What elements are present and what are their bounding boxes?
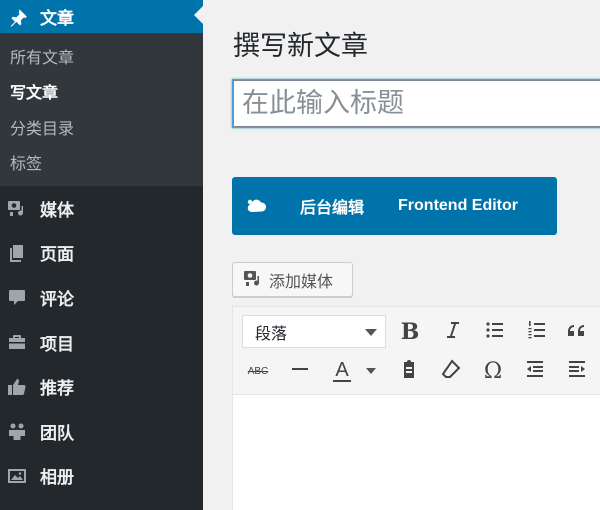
backend-editor-button[interactable]: 后台编辑 — [300, 194, 364, 218]
sidebar-item-team[interactable]: 团队 — [0, 409, 203, 454]
groups-icon — [6, 420, 28, 442]
submenu-add-new[interactable]: 写文章 — [0, 74, 203, 110]
chevron-down-icon[interactable] — [366, 368, 376, 374]
comments-icon — [6, 286, 28, 308]
editor-toolbar: 段落 B ABC A Ω — [233, 307, 600, 395]
sidebar-item-label: 团队 — [40, 423, 74, 444]
portfolio-icon — [6, 331, 28, 353]
add-media-label: 添加媒体 — [269, 271, 334, 291]
media-icon — [6, 197, 28, 219]
italic-button[interactable] — [437, 316, 469, 348]
horizontal-line-button[interactable] — [284, 355, 316, 387]
clipboard-icon — [398, 358, 420, 384]
submenu-all-posts[interactable]: 所有文章 — [0, 38, 203, 74]
sidebar-item-gallery[interactable]: 相册 — [0, 454, 203, 499]
italic-icon — [442, 319, 464, 345]
sidebar-item-pages[interactable]: 页面 — [0, 231, 203, 276]
admin-sidebar: 文章 所有文章 写文章 分类目录 标签 媒体 页面 评论 项目 推荐 团队 相册 — [0, 0, 203, 510]
submenu-tags[interactable]: 标签 — [0, 145, 203, 181]
page-title: 撰写新文章 — [233, 31, 368, 62]
sidebar-item-label: 评论 — [40, 289, 74, 310]
sidebar-item-media[interactable]: 媒体 — [0, 186, 203, 231]
cloud-icon — [246, 195, 268, 217]
numbered-list-icon — [526, 319, 548, 345]
sidebar-item-label: 项目 — [40, 334, 74, 355]
frontend-editor-button[interactable]: Frontend Editor — [398, 197, 518, 215]
text-color-button[interactable]: A — [326, 355, 358, 387]
clear-formatting-button[interactable] — [435, 355, 467, 387]
editor-content-area[interactable] — [233, 395, 600, 510]
bold-button[interactable]: B — [394, 316, 426, 348]
gallery-icon — [6, 465, 28, 487]
posts-submenu: 所有文章 写文章 分类目录 标签 — [0, 33, 203, 186]
post-title-input[interactable] — [233, 80, 600, 127]
bold-icon: B — [400, 319, 420, 345]
indent-button[interactable] — [561, 355, 593, 387]
sidebar-item-label: 页面 — [40, 245, 74, 266]
bullet-list-icon — [484, 319, 506, 345]
indent-icon — [566, 358, 588, 384]
strikethrough-button[interactable]: ABC — [242, 355, 274, 387]
sidebar-item-label: 相册 — [40, 468, 74, 489]
pin-icon — [8, 6, 30, 28]
sidebar-item-label: 推荐 — [40, 379, 74, 400]
eraser-icon — [440, 358, 462, 384]
submenu-categories[interactable]: 分类目录 — [0, 109, 203, 145]
sidebar-item-portfolio[interactable]: 项目 — [0, 320, 203, 365]
page-builder-toggle[interactable]: 后台编辑 Frontend Editor — [232, 177, 557, 235]
sidebar-item-posts[interactable]: 文章 — [0, 0, 203, 33]
omega-icon: Ω — [483, 358, 503, 384]
pages-icon — [6, 242, 28, 264]
quote-icon — [568, 319, 590, 345]
format-select[interactable]: 段落 — [242, 315, 386, 348]
post-editor: 段落 B ABC A Ω — [232, 306, 600, 510]
format-select-value: 段落 — [255, 323, 288, 343]
blockquote-button[interactable] — [563, 316, 595, 348]
sidebar-item-recommend[interactable]: 推荐 — [0, 364, 203, 409]
horizontal-line-icon — [289, 358, 311, 384]
main-content: 撰写新文章 后台编辑 Frontend Editor 添加媒体 段落 B — [203, 0, 600, 510]
outdent-button[interactable] — [519, 355, 551, 387]
thumbs-up-icon — [6, 376, 28, 398]
sidebar-item-label: 文章 — [40, 9, 74, 29]
add-media-button[interactable]: 添加媒体 — [232, 262, 353, 297]
outdent-icon — [524, 358, 546, 384]
text-color-icon: A — [333, 359, 351, 382]
strikethrough-icon: ABC — [247, 365, 269, 377]
special-character-button[interactable]: Ω — [477, 355, 509, 387]
bullet-list-button[interactable] — [479, 316, 511, 348]
sidebar-item-label: 媒体 — [40, 200, 74, 221]
numbered-list-button[interactable] — [521, 316, 553, 348]
chevron-down-icon — [365, 329, 377, 336]
media-icon — [243, 268, 263, 292]
paste-text-button[interactable] — [393, 355, 425, 387]
sidebar-item-comments[interactable]: 评论 — [0, 275, 203, 320]
